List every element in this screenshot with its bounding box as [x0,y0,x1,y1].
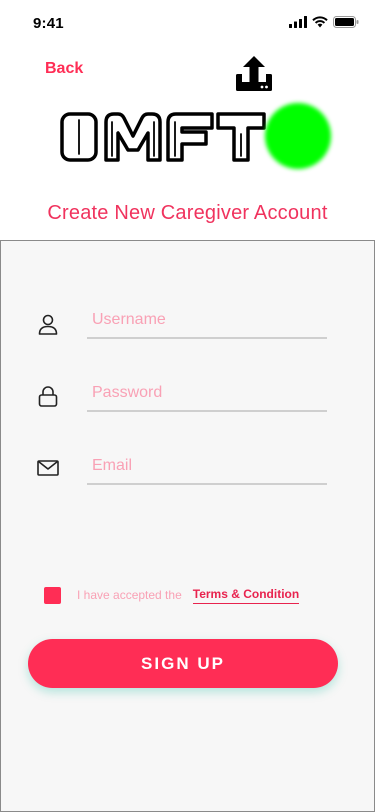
back-button[interactable]: Back [45,60,83,78]
terms-link[interactable]: Terms & Condition [192,587,300,604]
username-field-row [1,303,374,353]
username-input[interactable] [87,303,327,339]
wifi-icon [312,16,328,28]
email-input[interactable] [87,449,327,485]
app-logo [60,103,331,169]
signup-form: I have accepted the Terms & Condition SI… [0,240,375,812]
upload-icon[interactable] [234,54,274,94]
status-time: 9:41 [33,15,64,32]
email-field-row [1,449,374,499]
terms-row: I have accepted the Terms & Condition [44,585,300,605]
mail-icon [37,460,59,476]
password-field-row [1,376,374,426]
terms-label: I have accepted the [77,588,182,602]
page-title: Create New Caregiver Account [47,202,328,224]
user-icon [38,314,58,335]
lock-icon [38,386,58,407]
password-input[interactable] [87,376,327,412]
cellular-signal-icon [289,16,307,28]
status-icons [289,16,359,28]
signup-button[interactable]: SIGN UP [28,639,338,688]
status-bar: 9:41 [0,0,375,44]
battery-icon [333,16,359,28]
terms-checkbox[interactable] [44,586,61,604]
